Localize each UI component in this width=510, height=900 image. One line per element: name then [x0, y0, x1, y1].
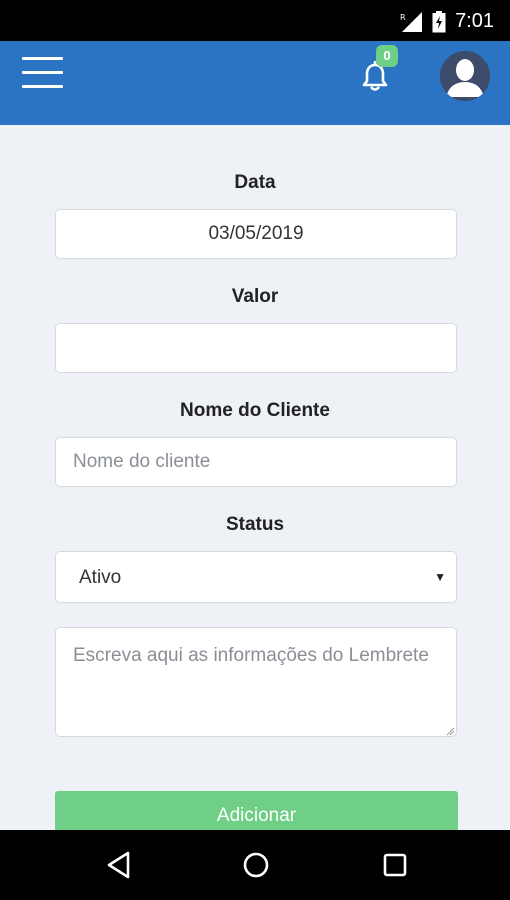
client-name-label: Nome do Cliente	[180, 400, 330, 421]
recents-button[interactable]	[380, 850, 410, 880]
status-time: 7:01	[455, 10, 494, 32]
status-selected-value: Ativo	[79, 567, 122, 588]
svg-text:R: R	[400, 13, 406, 22]
app-bar	[0, 41, 510, 125]
notification-badge: 0	[376, 45, 398, 67]
back-icon	[107, 851, 130, 879]
signal-icon: R	[400, 12, 422, 32]
status-select[interactable]: Ativo ▼	[55, 551, 457, 603]
status-label: Status	[225, 514, 285, 535]
value-label: Valor	[231, 286, 279, 307]
status-bar: R 7:01	[0, 0, 510, 41]
value-input[interactable]	[55, 323, 457, 373]
menu-icon-line	[22, 57, 63, 60]
recents-icon	[383, 853, 407, 877]
menu-icon-line	[22, 85, 63, 88]
chevron-down-icon: ▼	[434, 570, 446, 584]
home-button[interactable]	[241, 850, 271, 880]
client-name-input[interactable]	[55, 437, 457, 487]
resize-handle-icon[interactable]	[446, 727, 455, 736]
menu-icon-line	[22, 71, 63, 74]
date-label: Data	[234, 172, 276, 193]
home-icon	[243, 852, 269, 878]
avatar-icon	[440, 51, 490, 101]
date-input[interactable]	[55, 209, 457, 259]
avatar[interactable]	[440, 51, 490, 101]
battery-icon	[432, 11, 446, 33]
notes-textarea[interactable]	[55, 627, 457, 737]
back-button[interactable]	[104, 850, 134, 880]
system-nav-bar	[0, 830, 510, 900]
menu-button[interactable]	[22, 57, 64, 89]
